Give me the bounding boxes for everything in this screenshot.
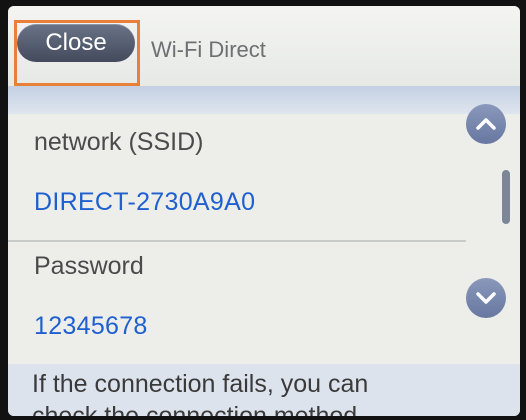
header-bar: Close Wi-Fi Direct — [8, 6, 520, 86]
chevron-down-icon — [476, 292, 496, 304]
page-title: Wi-Fi Direct — [151, 37, 266, 62]
chevron-up-icon — [476, 118, 496, 130]
help-message-area: If the connection fails, you can check t… — [8, 364, 520, 416]
scrollbar[interactable] — [502, 170, 510, 224]
ssid-value: DIRECT-2730A9A0 — [34, 188, 256, 216]
password-value: 12345678 — [34, 312, 148, 340]
close-button[interactable]: Close — [17, 24, 135, 62]
ssid-label: network (SSID) — [34, 128, 204, 156]
close-button-label: Close — [45, 29, 107, 56]
network-info-panel: network (SSID) DIRECT-2730A9A0 Password … — [8, 114, 520, 364]
device-frame: Close Wi-Fi Direct network (SSID) DIRECT… — [0, 0, 526, 420]
header-separator — [8, 86, 520, 114]
help-message-line-1: If the connection fails, you can — [32, 370, 369, 398]
help-message-line-2: check the connection method — [32, 402, 358, 416]
scroll-down-button[interactable] — [466, 278, 506, 318]
scroll-up-button[interactable] — [466, 104, 506, 144]
password-label: Password — [34, 252, 144, 280]
ssid-row: network (SSID) DIRECT-2730A9A0 — [8, 114, 458, 240]
password-row: Password 12345678 — [8, 242, 458, 364]
device-screen: Close Wi-Fi Direct network (SSID) DIRECT… — [8, 6, 520, 416]
